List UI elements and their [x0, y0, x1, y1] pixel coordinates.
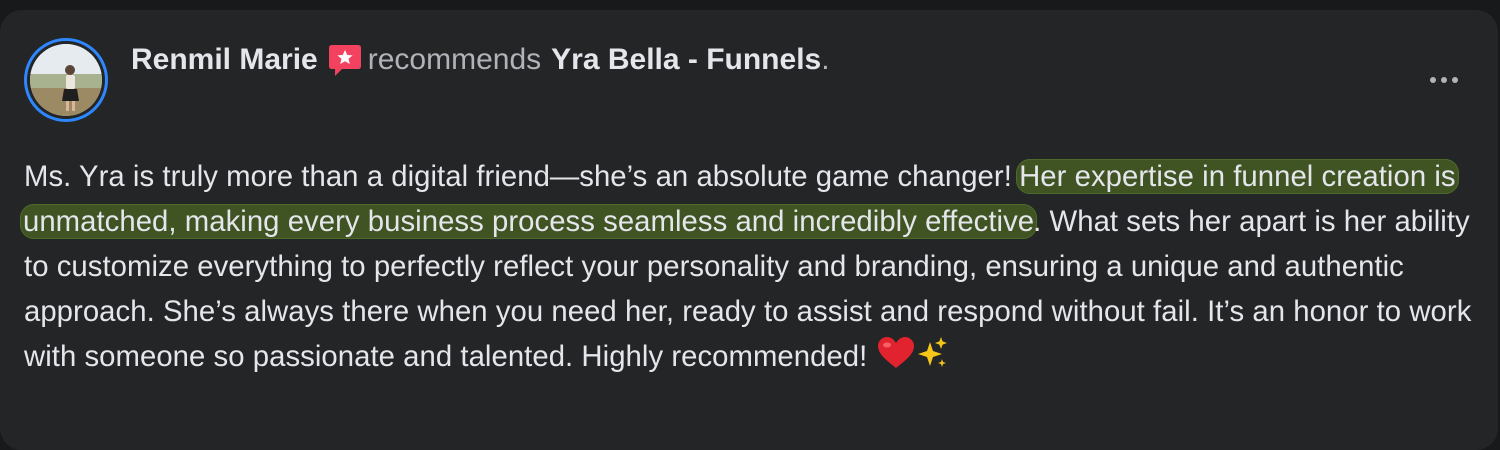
avatar[interactable] [24, 38, 108, 122]
profile-photo [30, 44, 102, 116]
sparkles-emoji [917, 337, 947, 367]
header-period: . [821, 43, 830, 76]
post-header: Renmil Marie recommends Yra Bella - Funn… [131, 40, 830, 80]
recommend-badge-icon [328, 45, 361, 76]
post-body: Ms. Yra is truly more than a digital fri… [20, 154, 1474, 379]
more-options-button[interactable] [1422, 66, 1466, 94]
recommendation-post-card: Renmil Marie recommends Yra Bella - Funn… [0, 10, 1498, 450]
more-options-icon-dot [1452, 77, 1458, 83]
recommended-page-link[interactable]: Yra Bella - Funnels [551, 43, 821, 77]
post-text-intro: Ms. Yra is truly more than a digital fri… [24, 160, 1021, 193]
red-heart-emoji [877, 337, 914, 368]
action-text: recommends [367, 43, 542, 76]
more-options-icon [1430, 77, 1436, 83]
more-options-icon-dot [1441, 77, 1447, 83]
author-name[interactable]: Renmil Marie [131, 43, 318, 77]
